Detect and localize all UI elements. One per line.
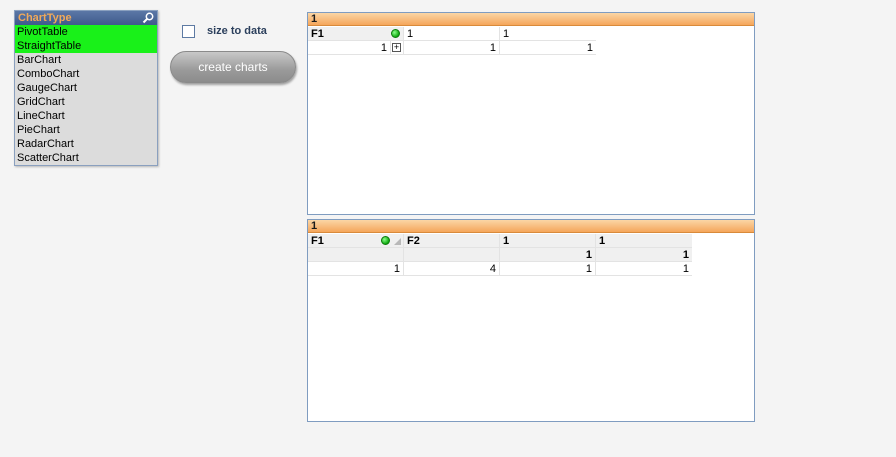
- listbox-item[interactable]: BarChart: [15, 53, 157, 67]
- charttype-listbox[interactable]: ChartType PivotTable StraightTable BarChar…: [14, 10, 158, 166]
- pivot-table-caption[interactable]: 1: [308, 13, 754, 26]
- listbox-item[interactable]: LineChart: [15, 109, 157, 123]
- listbox-item[interactable]: RadarChart: [15, 137, 157, 151]
- listbox-title: ChartType: [18, 12, 72, 24]
- total-expr-1: 1: [500, 248, 596, 262]
- sort-indicator-icon: [394, 238, 401, 245]
- col-header-expr-2[interactable]: 1: [596, 234, 692, 248]
- pivot-col-header-2: 1: [500, 27, 596, 41]
- listbox-item[interactable]: GridChart: [15, 95, 157, 109]
- size-to-data-checkbox[interactable]: [182, 25, 195, 38]
- pivot-cell-2: 1: [500, 41, 596, 55]
- table-cell-f1[interactable]: 1: [308, 262, 404, 276]
- table-cell-expr-1: 1: [500, 262, 596, 276]
- search-icon[interactable]: [142, 12, 154, 24]
- total-expr-2: 1: [596, 248, 692, 262]
- pivot-table-chart[interactable]: 1 F1 1 1 1 + 1 1: [307, 12, 755, 215]
- size-to-data-label: size to data: [207, 25, 267, 37]
- listbox-item[interactable]: ComboChart: [15, 67, 157, 81]
- listbox-item[interactable]: GaugeChart: [15, 81, 157, 95]
- pivot-row-dim: 1: [308, 41, 391, 55]
- listbox-item[interactable]: ScatterChart: [15, 151, 157, 165]
- listbox-item[interactable]: PieChart: [15, 123, 157, 137]
- create-charts-button[interactable]: create charts: [170, 51, 296, 83]
- listbox-item[interactable]: PivotTable: [15, 25, 157, 39]
- col-header-f2[interactable]: F2: [404, 234, 500, 248]
- table-cell-expr-2: 1: [596, 262, 692, 276]
- pivot-col-header-1: 1: [404, 27, 500, 41]
- listbox-item[interactable]: StraightTable: [15, 39, 157, 53]
- pivot-cell-1: 1: [404, 41, 500, 55]
- selection-indicator-icon: [391, 29, 400, 38]
- col-header-expr-1[interactable]: 1: [500, 234, 596, 248]
- table-cell-f2[interactable]: 4: [404, 262, 500, 276]
- straight-table-caption[interactable]: 1: [308, 220, 754, 233]
- pivot-dim-header[interactable]: F1: [308, 27, 404, 41]
- straight-table-chart[interactable]: 1 F1 F2 1 1 1 1 1 4 1 1: [307, 219, 755, 422]
- listbox-caption: ChartType: [15, 11, 157, 25]
- selection-indicator-icon: [381, 236, 390, 245]
